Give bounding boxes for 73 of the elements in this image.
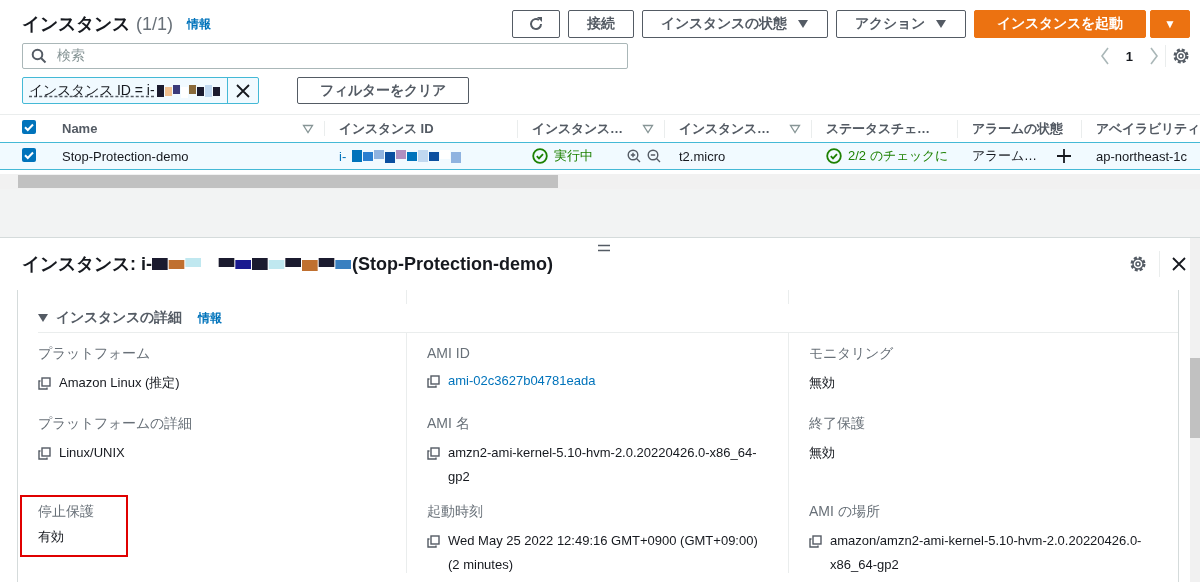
column-header[interactable]: インスタンス ID <box>339 119 434 138</box>
copy-icon[interactable] <box>427 375 440 388</box>
checkbox[interactable] <box>22 120 36 134</box>
column-header[interactable]: アラームの状態 <box>972 119 1063 138</box>
settings-icon[interactable] <box>1129 255 1147 273</box>
table-cell: Stop-Protection-demo <box>62 148 189 164</box>
refresh-button[interactable] <box>512 10 561 38</box>
field-label: 起動時刻 <box>427 503 484 521</box>
column-header[interactable]: ステータスチェ… <box>826 119 930 138</box>
caret-down-icon[interactable] <box>38 313 48 323</box>
drag-handle-icon[interactable] <box>598 244 610 252</box>
field-label: AMI ID <box>427 345 471 361</box>
redaction-mosaic <box>156 83 221 98</box>
ami-link[interactable]: ami-02c3627b04781eada <box>448 369 596 393</box>
detail-title-name: (Stop-Protection-demo) <box>352 253 553 275</box>
table-cell: t2.micro <box>679 148 726 164</box>
field-value: 無効 <box>809 444 835 462</box>
detail-title: インスタンス: i- <box>22 253 152 276</box>
panel-title: インスタンス <box>22 13 130 36</box>
status-text: 2/2 のチェックに <box>848 147 948 165</box>
search-icon <box>31 48 47 64</box>
sort-icon[interactable] <box>302 123 314 134</box>
column-header[interactable]: アベイラビリティ <box>1096 119 1200 138</box>
zoom-out-icon[interactable] <box>647 149 661 163</box>
status-text: 実行中 <box>554 147 593 165</box>
vertical-scrollbar[interactable] <box>1190 238 1200 582</box>
copy-icon[interactable] <box>38 447 51 460</box>
table-cell: ap-northeast-1c <box>1096 148 1188 164</box>
close-icon[interactable] <box>235 83 250 98</box>
field-label: AMI 名 <box>427 415 471 433</box>
close-icon[interactable] <box>1172 257 1186 271</box>
column-header[interactable]: インスタンス… <box>679 119 770 138</box>
copy-icon[interactable] <box>809 535 822 548</box>
field-label: AMI の場所 <box>809 503 881 521</box>
copy-icon[interactable] <box>38 377 51 390</box>
field-value: 有効 <box>38 528 64 546</box>
field-label: プラットフォームの詳細 <box>38 415 193 433</box>
field-label: 停止保護 <box>38 503 95 521</box>
info-link[interactable]: 情報 <box>187 15 211 33</box>
column-header[interactable]: Name <box>62 121 98 136</box>
page-number[interactable]: 1 <box>1125 48 1133 64</box>
info-link[interactable]: 情報 <box>198 309 222 327</box>
sort-icon[interactable] <box>789 123 801 134</box>
sort-icon[interactable] <box>642 123 654 134</box>
field-label: モニタリング <box>809 345 894 363</box>
dropdown-button[interactable]: インスタンスの状態 <box>642 10 829 38</box>
connect-button[interactable]: 接続 <box>568 10 635 38</box>
zoom-in-icon[interactable] <box>627 149 641 163</box>
check-circle-icon <box>532 148 548 164</box>
checkbox[interactable] <box>22 147 36 162</box>
column-header[interactable]: インスタンス… <box>532 119 623 138</box>
horizontal-scrollbar[interactable] <box>0 174 1200 189</box>
instance-count: (1/1) <box>136 13 173 35</box>
table-cell: アラーム… <box>972 147 1037 165</box>
plus-icon[interactable] <box>1057 149 1071 163</box>
field-value: Amazon Linux (推定) <box>59 374 180 392</box>
field-value: 無効 <box>809 374 835 392</box>
copy-icon[interactable] <box>427 447 440 460</box>
caret-icon <box>797 19 810 29</box>
field-value: Wed May 25 2022 12:49:16 GMT+0900 (GMT+09:00) (2 minutes) <box>448 532 758 574</box>
field-value: amazon/amzn2-ami-kernel-5.10-hvm-2.0.20220426.0-x86_64-gp2 <box>830 532 1143 574</box>
instance-id-link[interactable]: i- <box>339 148 347 164</box>
caret-icon <box>935 19 948 29</box>
section-title[interactable]: インスタンスの詳細 <box>56 309 182 327</box>
field-value: Linux/UNIX <box>59 444 125 462</box>
settings-icon[interactable] <box>1172 47 1190 65</box>
dropdown-button[interactable]: アクション <box>836 10 967 38</box>
field-label: プラットフォーム <box>38 345 151 363</box>
field-value: amzn2-ami-kernel-5.10-hvm-2.0.20220426.0-x86_64-gp2 <box>448 444 758 486</box>
field-label: 終了保護 <box>809 415 866 433</box>
copy-icon[interactable] <box>427 535 440 548</box>
check-circle-icon <box>826 148 842 164</box>
clear-filters-button[interactable]: フィルターをクリア <box>296 77 469 104</box>
